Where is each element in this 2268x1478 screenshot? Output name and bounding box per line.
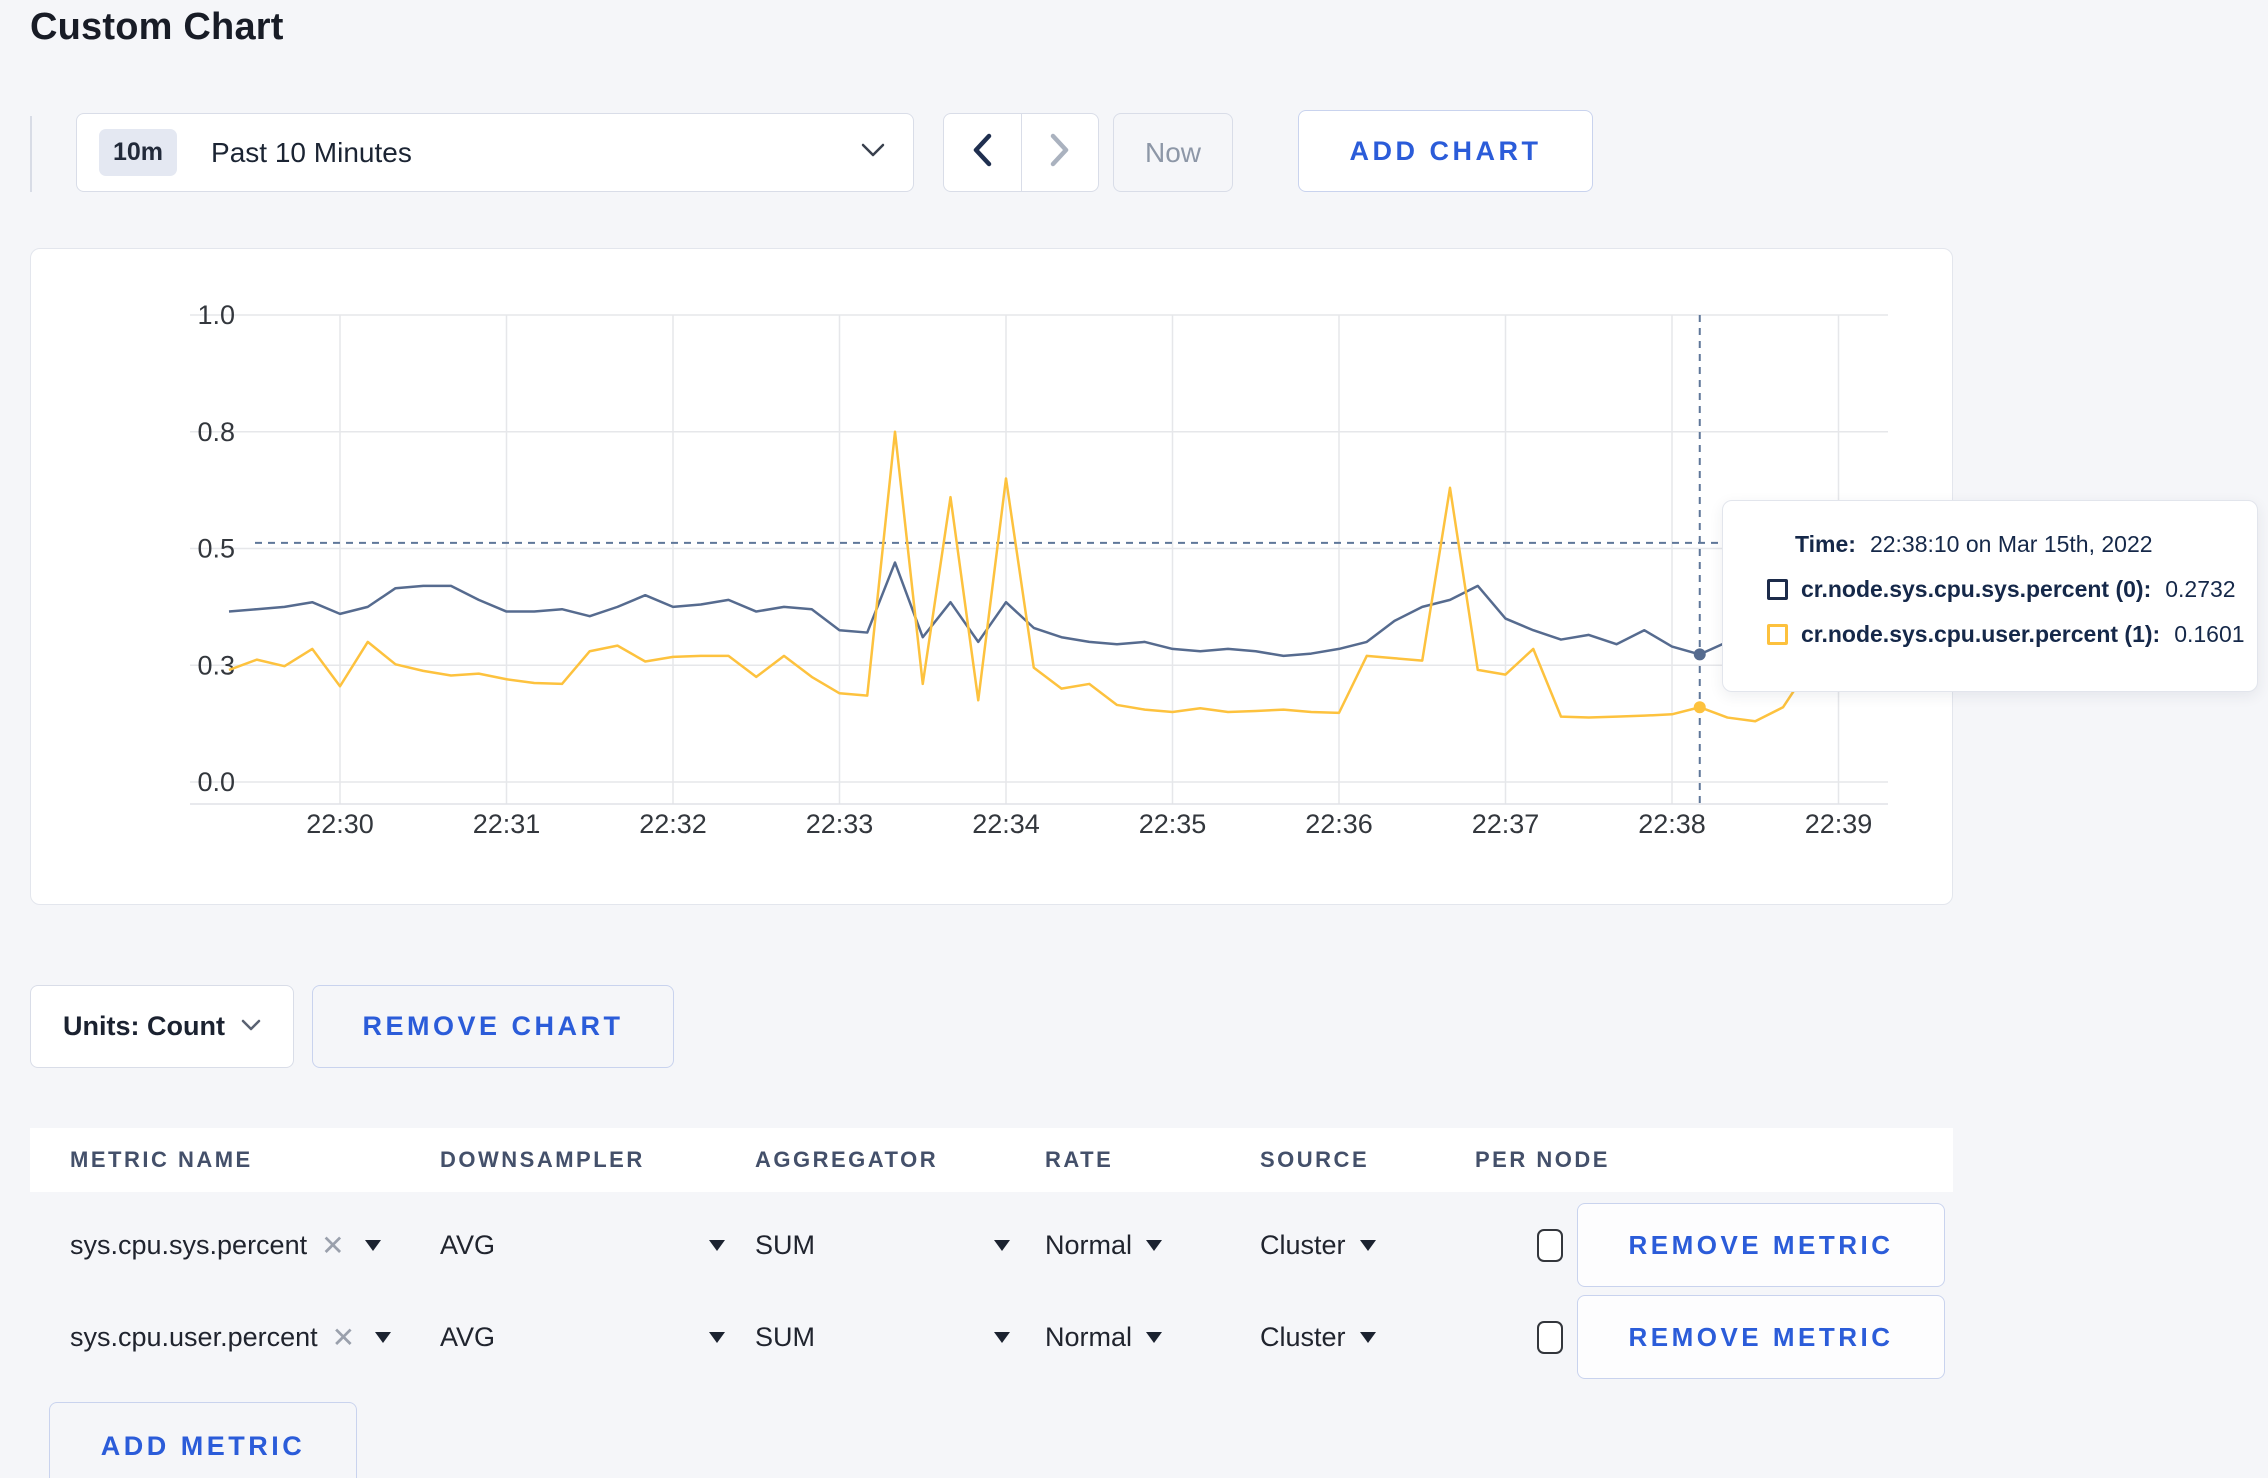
tooltip-series-value: 0.1601 (2174, 621, 2245, 647)
prev-range-button[interactable] (944, 114, 1022, 191)
time-range-select[interactable]: 10m Past 10 Minutes (76, 113, 914, 192)
svg-text:22:37: 22:37 (1472, 809, 1540, 839)
add-metric-button[interactable]: ADD METRIC (49, 1402, 357, 1478)
svg-text:22:31: 22:31 (473, 809, 541, 839)
aggregator-select[interactable]: SUM (755, 1322, 815, 1353)
column-header-aggregator: AGGREGATOR (755, 1147, 939, 1172)
column-header-source: SOURCE (1260, 1147, 1370, 1172)
column-header-rate: RATE (1045, 1147, 1114, 1172)
dropdown-caret-icon[interactable] (709, 1239, 725, 1251)
metric-row: sys.cpu.sys.percent ✕ AVG SUM Normal Clu… (30, 1199, 1953, 1291)
chevron-left-icon (971, 133, 993, 172)
sys-series-swatch-icon (1767, 579, 1788, 600)
downsampler-select[interactable]: AVG (440, 1322, 495, 1353)
dropdown-caret-icon[interactable] (709, 1331, 725, 1343)
units-select[interactable]: Units: Count (30, 985, 294, 1068)
chart-tooltip: Time: 22:38:10 on Mar 15th, 2022 cr.node… (1722, 500, 2258, 692)
rate-select[interactable]: Normal (1045, 1230, 1132, 1261)
svg-text:22:35: 22:35 (1139, 809, 1207, 839)
svg-text:22:38: 22:38 (1638, 809, 1706, 839)
rate-select[interactable]: Normal (1045, 1322, 1132, 1353)
tooltip-series-value: 0.2732 (2165, 576, 2236, 602)
units-label: Units: Count (63, 1011, 225, 1041)
column-header-downsampler: DOWNSAMPLER (440, 1147, 645, 1172)
add-chart-button[interactable]: ADD CHART (1298, 110, 1593, 192)
svg-text:22:34: 22:34 (972, 809, 1040, 839)
chevron-down-icon (861, 143, 885, 162)
page-title: Custom Chart (30, 6, 284, 48)
svg-text:22:33: 22:33 (806, 809, 874, 839)
downsampler-select[interactable]: AVG (440, 1230, 495, 1261)
remove-metric-x-icon[interactable]: ✕ (332, 1321, 355, 1354)
dropdown-caret-icon[interactable] (1359, 1331, 1376, 1343)
column-header-metric-name: METRIC NAME (70, 1147, 253, 1172)
svg-text:0.0: 0.0 (197, 767, 235, 797)
aggregator-select[interactable]: SUM (755, 1230, 815, 1261)
dropdown-caret-icon[interactable] (1359, 1239, 1376, 1251)
tooltip-time-value: 22:38:10 on Mar 15th, 2022 (1869, 531, 2153, 557)
source-select[interactable]: Cluster (1260, 1230, 1346, 1261)
svg-text:0.5: 0.5 (197, 534, 235, 564)
time-range-label: Past 10 Minutes (211, 136, 412, 168)
custom-chart-page: Custom Chart 10m Past 10 Minutes Now ADD… (0, 0, 2268, 1478)
dropdown-caret-icon[interactable] (994, 1239, 1010, 1251)
user-series-swatch-icon (1767, 624, 1788, 645)
svg-text:22:30: 22:30 (306, 809, 374, 839)
next-range-button[interactable] (1022, 114, 1099, 191)
metric-name-select[interactable]: sys.cpu.user.percent (70, 1322, 318, 1353)
metrics-table-header: METRIC NAME DOWNSAMPLER AGGREGATOR RATE … (30, 1128, 1953, 1192)
per-node-checkbox[interactable] (1537, 1320, 1563, 1354)
dropdown-caret-icon[interactable] (1146, 1239, 1163, 1251)
svg-text:0.3: 0.3 (197, 650, 235, 680)
remove-chart-button[interactable]: REMOVE CHART (312, 985, 674, 1068)
svg-text:22:32: 22:32 (639, 809, 707, 839)
remove-metric-x-icon[interactable]: ✕ (321, 1229, 344, 1262)
per-node-checkbox[interactable] (1537, 1228, 1563, 1262)
dropdown-caret-icon[interactable] (364, 1239, 381, 1251)
tooltip-time-label: Time: (1795, 531, 1856, 557)
dropdown-caret-icon[interactable] (1146, 1331, 1163, 1343)
now-button[interactable]: Now (1113, 113, 1233, 192)
toolbar-divider (30, 116, 32, 192)
chevron-down-icon (241, 1018, 261, 1036)
tooltip-series-label: cr.node.sys.cpu.user.percent (1): (1801, 621, 2161, 647)
svg-text:0.8: 0.8 (197, 417, 235, 447)
time-range-badge: 10m (99, 129, 178, 176)
dropdown-caret-icon[interactable] (375, 1331, 392, 1343)
svg-text:22:39: 22:39 (1805, 809, 1873, 839)
svg-text:1.0: 1.0 (197, 300, 235, 330)
chevron-right-icon (1049, 133, 1071, 172)
column-header-per-node: PER NODE (1475, 1147, 1610, 1172)
metric-name-select[interactable]: sys.cpu.sys.percent (70, 1230, 307, 1261)
remove-metric-button[interactable]: REMOVE METRIC (1577, 1295, 1945, 1379)
time-range-arrows (943, 113, 1099, 192)
svg-text:22:36: 22:36 (1305, 809, 1373, 839)
remove-metric-button[interactable]: REMOVE METRIC (1577, 1203, 1945, 1287)
dropdown-caret-icon[interactable] (994, 1331, 1010, 1343)
source-select[interactable]: Cluster (1260, 1322, 1346, 1353)
metric-row: sys.cpu.user.percent ✕ AVG SUM Normal Cl… (30, 1291, 1953, 1383)
timeseries-chart[interactable]: 0.0 0.3 0.5 0.8 1.0 22:30 22:31 22:32 22:33 22:34… (30, 248, 1953, 905)
tooltip-series-label: cr.node.sys.cpu.sys.percent (0): (1801, 576, 2152, 602)
